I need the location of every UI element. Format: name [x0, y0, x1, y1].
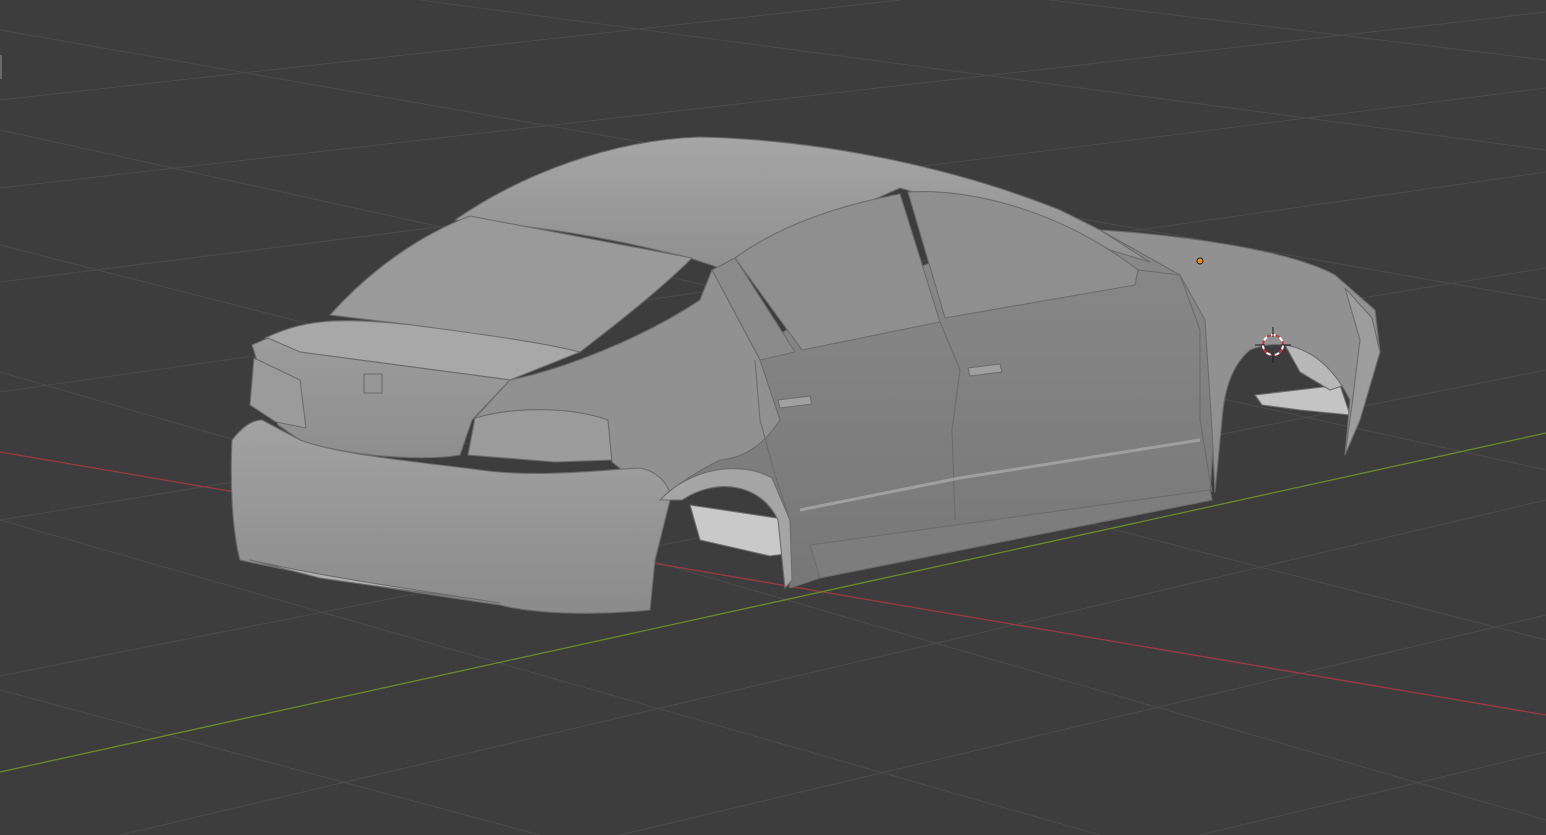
3d-viewport[interactable]	[0, 0, 1546, 835]
right-tail-light	[467, 409, 613, 463]
underbody-front	[1254, 384, 1351, 416]
viewport-scene[interactable]	[0, 0, 1546, 835]
car-body-mesh[interactable]	[230, 136, 1381, 614]
object-origin-dot[interactable]	[1196, 257, 1204, 265]
